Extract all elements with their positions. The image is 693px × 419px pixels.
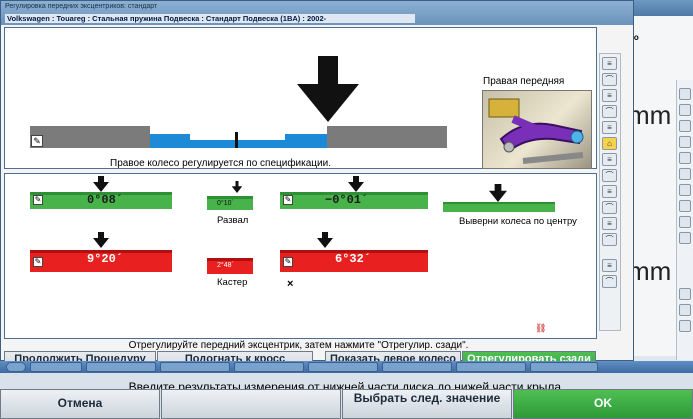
- step-icon[interactable]: ⌒: [602, 275, 617, 288]
- background-value-upper: mm: [628, 100, 672, 130]
- taskbar-item[interactable]: [308, 362, 378, 372]
- adjustment-status: Правое колесо регулируется по спецификац…: [110, 158, 331, 169]
- toolbar-icon[interactable]: [679, 288, 691, 300]
- camber-left-value: 0°08´: [87, 193, 124, 207]
- ok-button[interactable]: OK: [513, 389, 693, 419]
- taskbar-item[interactable]: [86, 362, 156, 372]
- system-tray[interactable]: [530, 362, 598, 372]
- edit-icon[interactable]: ✎: [31, 135, 43, 147]
- camber-right-value: −0°01´: [325, 193, 369, 207]
- toolbar-icon[interactable]: [679, 152, 691, 164]
- upper-control-arm-icon: [488, 98, 584, 164]
- step-icon[interactable]: ≡: [602, 57, 617, 70]
- step-icon[interactable]: ⌒: [602, 73, 617, 86]
- readings-panel: ✎ 0°08´ 0°10´ Развал ✎ −0°01´ Выверни ко…: [4, 173, 597, 339]
- adjustment-gauge-panel: ✎ Правое колесо регулируется по специфик…: [4, 27, 597, 169]
- toolbar-icon[interactable]: [679, 200, 691, 212]
- edit-icon[interactable]: ✎: [283, 257, 293, 267]
- next-value-button[interactable]: Выбрать след. значение: [342, 389, 512, 419]
- caster-left-value: 9°20´: [87, 252, 124, 266]
- vehicle-path: Volkswagen : Touareg : Стальная пружина …: [5, 14, 415, 23]
- toolbar-icon[interactable]: [679, 304, 691, 316]
- taskbar-item[interactable]: [456, 362, 526, 372]
- edit-icon[interactable]: ✎: [33, 257, 43, 267]
- background-value-lower: mm: [628, 256, 672, 286]
- step-icon[interactable]: ⌒: [602, 233, 617, 246]
- step-icon[interactable]: ≡: [602, 259, 617, 272]
- camber-spec-value: 0°10´: [217, 200, 234, 207]
- step-icon[interactable]: ≡: [602, 217, 617, 230]
- dialog-title: Регулировка передних эксцентриков: станд…: [5, 3, 158, 10]
- toolbar-icon[interactable]: [679, 88, 691, 100]
- down-arrow-icon: [348, 176, 364, 192]
- step-icon[interactable]: ≡: [602, 89, 617, 102]
- step-icon[interactable]: ≡: [602, 121, 617, 134]
- camber-label: Развал: [217, 215, 249, 226]
- steer-center-bar: [443, 202, 555, 212]
- gauge-right-limit: [327, 126, 447, 148]
- taskbar-item[interactable]: [234, 362, 304, 372]
- toolbar-icon[interactable]: [679, 216, 691, 228]
- taskbar-item[interactable]: [160, 362, 230, 372]
- caster-spec-value: 2°48´: [217, 262, 234, 269]
- edit-icon[interactable]: ✎: [33, 195, 43, 205]
- taskbar-item[interactable]: [30, 362, 82, 372]
- caster-label: Кастер: [217, 277, 248, 288]
- wheel-position-label: Правая передняя: [483, 76, 565, 87]
- suspension-illustration: [482, 90, 592, 169]
- link-icon[interactable]: ⛓: [535, 323, 546, 334]
- down-arrow-icon: [93, 176, 109, 192]
- gauge-left-limit: [30, 126, 150, 148]
- start-button[interactable]: [6, 362, 26, 372]
- cancel-button[interactable]: Отмена: [0, 389, 160, 419]
- toolbar-icon[interactable]: [679, 120, 691, 132]
- toolbar-icon[interactable]: [679, 320, 691, 332]
- close-icon[interactable]: ×: [287, 278, 293, 290]
- toolbar-icon[interactable]: [679, 184, 691, 196]
- down-arrow-icon: [93, 232, 109, 248]
- step-icon-active[interactable]: ⌂: [602, 137, 617, 150]
- step-icon[interactable]: ≡: [602, 185, 617, 198]
- dialog-titlebar: Регулировка передних эксцентриков: станд…: [1, 1, 633, 25]
- empty-button[interactable]: [161, 389, 341, 419]
- step-icon[interactable]: ≡: [602, 153, 617, 166]
- caster-right-value: 6°32´: [335, 252, 372, 266]
- step-icon[interactable]: ⌒: [602, 201, 617, 214]
- toolbar-icon[interactable]: [679, 168, 691, 180]
- down-arrow-icon: [317, 232, 333, 248]
- down-arrow-icon: [231, 181, 243, 193]
- edit-icon[interactable]: ✎: [283, 195, 293, 205]
- toolbar-icon[interactable]: [679, 136, 691, 148]
- alignment-dialog: Регулировка передних эксцентриков: станд…: [0, 0, 634, 379]
- gauge-center-mark: [235, 132, 238, 148]
- toolbar-icon[interactable]: [679, 232, 691, 244]
- step-icon[interactable]: ⌒: [602, 169, 617, 182]
- step-icon[interactable]: ⌒: [602, 105, 617, 118]
- gauge-tolerance-right: [285, 134, 327, 148]
- gauge-tolerance-left: [150, 134, 190, 148]
- toolbar-icon[interactable]: [679, 104, 691, 116]
- down-arrow-icon: [297, 56, 359, 122]
- taskbar-item[interactable]: [382, 362, 452, 372]
- down-arrow-icon: [489, 184, 507, 202]
- dialog-instruction: Отрегулируйте передний эксцентрик, затем…: [128, 340, 469, 351]
- steer-center-label: Выверни колеса по центру: [459, 216, 577, 227]
